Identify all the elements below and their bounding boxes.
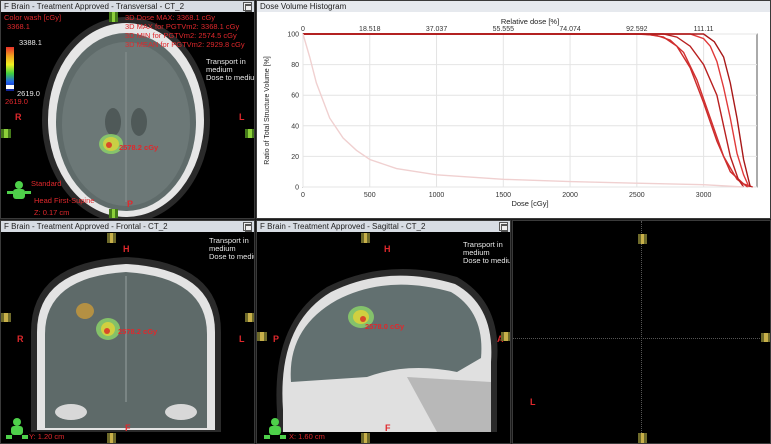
orient-head-label: H	[123, 244, 130, 254]
orient-foot-label: F	[125, 423, 131, 433]
transversal-view[interactable]: F Brain - Treatment Approved - Transvers…	[0, 0, 255, 219]
dvh-x-tick: 1500	[496, 192, 512, 199]
crosshair-marker-bottom[interactable]	[109, 209, 118, 218]
dvh-titlebar: Dose Volume Histogram	[257, 1, 770, 12]
frontal-point-dose: 2578.2 cGy	[118, 327, 158, 336]
orient-foot-label: F	[385, 423, 391, 433]
crosshair-marker-top[interactable]	[109, 12, 118, 22]
colorwash-slider-handle[interactable]	[6, 85, 14, 89]
dvh-x2-tick: 18.518	[359, 26, 381, 33]
frontal-titlebar: F Brain - Treatment Approved - Frontal -…	[1, 221, 254, 232]
dvh-x-tick: 2500	[629, 192, 645, 199]
patient-orientation-position: Head First-Supine	[34, 196, 95, 205]
crosshair-marker-right[interactable]	[501, 332, 510, 341]
maximize-icon[interactable]	[499, 222, 508, 232]
orient-left-label: L	[239, 112, 245, 122]
crosshair-marker-right[interactable]	[761, 333, 770, 342]
dvh-y-tick: 0	[295, 185, 299, 192]
dvh-x-label: Dose [cGy]	[511, 199, 548, 208]
sagittal-view[interactable]: F Brain - Treatment Approved - Sagittal …	[256, 220, 511, 444]
crosshair-vertical-line	[641, 221, 642, 443]
dvh-y-tick: 80	[291, 62, 299, 69]
colorwash-top: 3388.1	[19, 38, 42, 47]
dvh-x2-tick: 55.555	[493, 26, 515, 33]
dvh-x-tick: 2000	[562, 192, 578, 199]
dvh-y-label: Ratio of Total Structure Volume [%]	[264, 56, 271, 164]
crosshair-marker-bottom[interactable]	[638, 433, 647, 443]
dvh-x2-tick: 0	[301, 26, 305, 33]
ct-coronal-image	[31, 257, 221, 432]
dvh-y-tick: 20	[291, 154, 299, 161]
dvh-x2-tick: 74.074	[559, 26, 581, 33]
dvh-panel[interactable]: Dose Volume Histogram 0 500 1000 1500 2000 25…	[256, 0, 771, 219]
crosshair-marker-right[interactable]	[245, 129, 254, 138]
crosshair-marker-left[interactable]	[257, 332, 267, 341]
patient-orientation-icon	[7, 181, 31, 199]
frontal-coordinate: Y: 1.20 cm	[29, 432, 65, 441]
empty-view[interactable]: L	[512, 220, 771, 444]
dvh-x-tick: 500	[364, 192, 376, 199]
frontal-title: F Brain - Treatment Approved - Frontal -…	[4, 222, 168, 231]
crosshair-marker-top[interactable]	[361, 233, 370, 243]
dvh-title: Dose Volume Histogram	[260, 2, 347, 11]
transport-line-3: Dose to medium	[206, 73, 255, 82]
dvh-x2-tick: 92.592	[626, 26, 648, 33]
dvh-y-tick: 60	[291, 93, 299, 100]
dose-line-mean-pgtv: 3D MEAN for PGTVm2: 2929.8 cGy	[125, 40, 245, 49]
maximize-icon[interactable]	[243, 222, 252, 232]
sagittal-title: F Brain - Treatment Approved - Sagittal …	[260, 222, 426, 231]
orient-posterior-label: P	[127, 199, 134, 209]
patient-orientation-icon	[264, 418, 286, 439]
dvh-chart[interactable]: 0 500 1000 1500 2000 2500 30000204060801000 18.…	[257, 12, 771, 219]
orient-posterior-label: P	[273, 334, 280, 344]
dvh-x2-tick: 37.037	[426, 26, 448, 33]
dvh-x2-label: Relative dose [%]	[501, 17, 559, 26]
sagittal-coordinate: X: 1.60 cm	[289, 432, 325, 441]
dvh-x-tick: 1000	[429, 192, 445, 199]
dvh-x2-tick: 111.11	[694, 26, 714, 33]
maximize-icon[interactable]	[243, 2, 252, 12]
crosshair-horizontal-line	[513, 338, 770, 339]
dvh-y-tick: 40	[291, 123, 299, 130]
crosshair-marker-left[interactable]	[1, 129, 11, 138]
dvh-x-tick: 0	[301, 192, 305, 199]
sagittal-point-dose: 2578.0 cGy	[365, 322, 405, 331]
slice-coordinate: Z: 0.17 cm	[34, 208, 70, 217]
dvh-y-tick: 100	[287, 32, 299, 39]
orient-head-label: H	[384, 244, 391, 254]
crosshair-marker-right[interactable]	[245, 313, 254, 322]
orient-right-label: R	[17, 334, 24, 344]
crosshair-marker-top[interactable]	[107, 233, 116, 243]
frontal-view[interactable]: F Brain - Treatment Approved - Frontal -…	[0, 220, 255, 444]
dvh-plot-area	[302, 33, 758, 188]
orient-left-label: L	[530, 397, 536, 407]
transversal-title: F Brain - Treatment Approved - Transvers…	[4, 2, 185, 11]
dvh-x-tick: 3000	[696, 192, 712, 199]
sagittal-transport-line-3: Dose to medium	[463, 256, 511, 265]
colorwash-low: 2619.0	[5, 97, 28, 106]
sagittal-titlebar: F Brain - Treatment Approved - Sagittal …	[257, 221, 510, 232]
patient-orientation-standard: Standard	[31, 179, 62, 188]
colorwash-max: 3368.1	[7, 22, 30, 31]
crosshair-marker-left[interactable]	[1, 313, 11, 322]
transversal-titlebar: F Brain - Treatment Approved - Transvers…	[1, 1, 254, 12]
orient-left-label: L	[239, 334, 245, 344]
point-dose-label: 2578.2 cGy	[119, 143, 159, 152]
crosshair-marker-bottom[interactable]	[361, 433, 370, 443]
crosshair-marker-top[interactable]	[638, 234, 647, 244]
orient-right-label: R	[15, 112, 22, 122]
patient-orientation-icon	[6, 418, 28, 439]
frontal-transport-line-3: Dose to medium	[209, 252, 254, 261]
crosshair-marker-bottom[interactable]	[107, 433, 116, 443]
